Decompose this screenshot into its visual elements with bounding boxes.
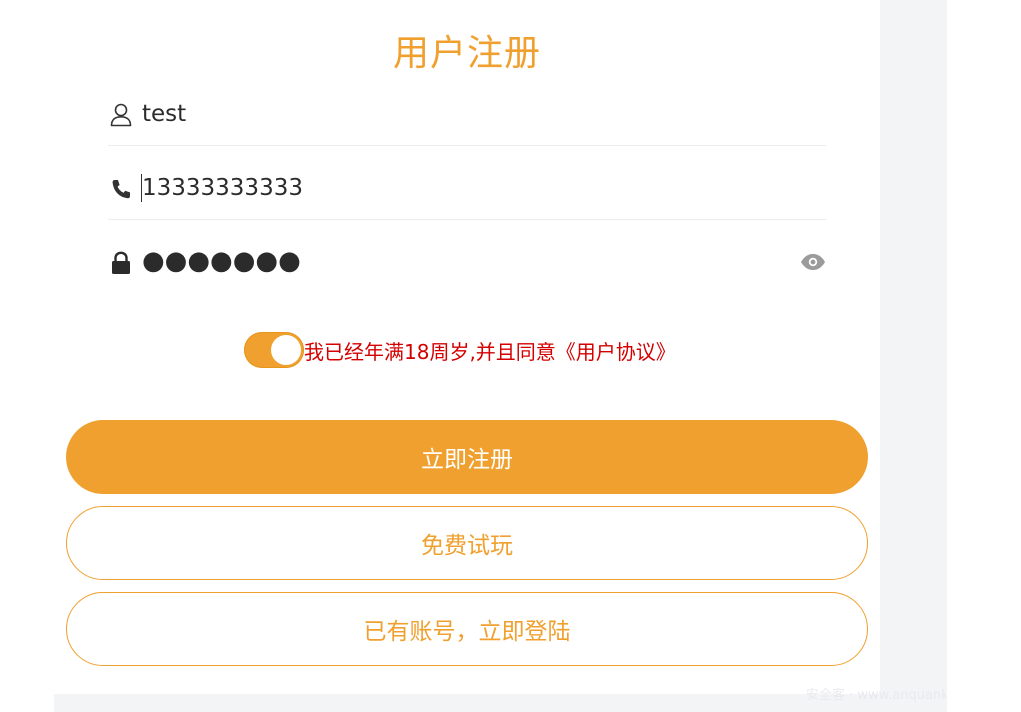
phone-input[interactable]: 13333333333 [142,173,303,203]
username-field[interactable]: test [108,85,826,146]
phone-field[interactable]: 13333333333 [108,159,826,220]
login-link-button[interactable]: 已有账号，立即登陆 [66,592,868,666]
watermark: 安全客 · www.anquanke.com [806,688,946,703]
phone-icon [110,177,132,201]
lock-icon [110,251,132,275]
register-card: 用户注册 test 13333333333 ●●●●●●● 我已经年满18周岁,… [54,0,880,694]
free-trial-button[interactable]: 免费试玩 [66,506,868,580]
toggle-knob [271,335,301,365]
page-background-right [880,0,947,712]
username-input[interactable]: test [142,99,186,129]
eye-icon[interactable] [800,253,826,271]
agreement-text[interactable]: 我已经年满18周岁,并且同意《用户协议》 [304,336,676,365]
password-input[interactable]: ●●●●●●● [142,246,301,276]
page-background-left [0,0,54,712]
password-field[interactable]: ●●●●●●● [108,233,826,293]
page-title: 用户注册 [392,33,541,74]
page: 用户注册 test 13333333333 ●●●●●●● 我已经年满18周岁,… [0,0,1021,712]
user-icon [110,103,132,127]
agreement-toggle[interactable] [244,332,304,368]
register-button[interactable]: 立即注册 [66,420,868,494]
agreement-row: 我已经年满18周岁,并且同意《用户协议》 [244,330,676,370]
